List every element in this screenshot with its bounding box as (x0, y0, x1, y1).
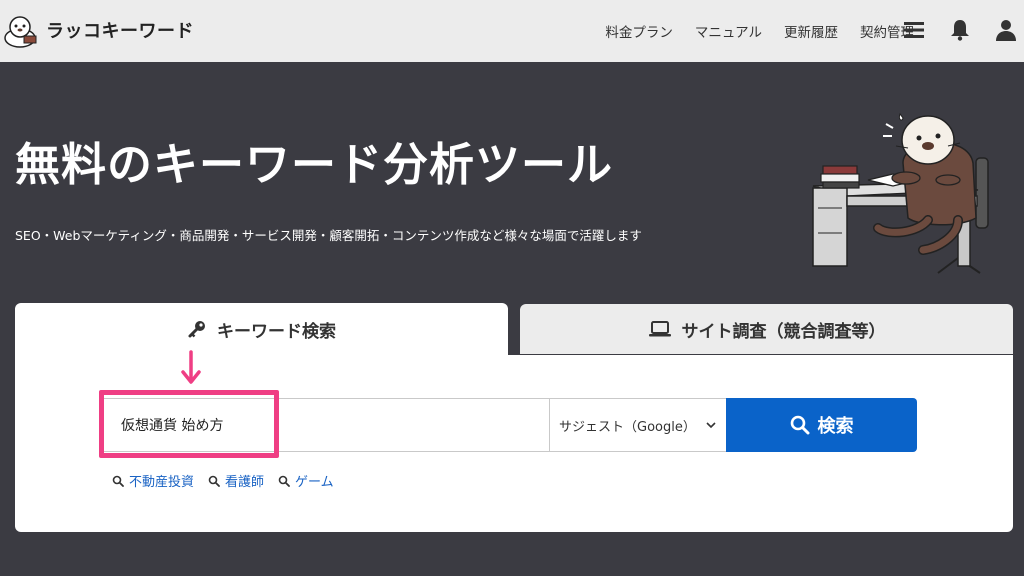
nav-manual[interactable]: マニュアル (695, 21, 762, 41)
header-nav: 料金プラン マニュアル 更新履歴 契約管理 (605, 0, 914, 62)
keyword-search-input[interactable] (100, 398, 550, 452)
otter-at-desk-illustration (812, 112, 989, 274)
tab-site-research[interactable]: サイト調査（競合調査等） (520, 304, 1013, 354)
search-icon (112, 475, 124, 487)
source-select[interactable]: サジェスト（Google） (549, 398, 727, 452)
laptop-icon (648, 321, 671, 337)
logo[interactable]: ラッコキーワード (0, 10, 194, 50)
suggestion-link[interactable]: 不動産投資 (112, 471, 194, 490)
hero-subtitle: SEO・Webマーケティング・商品開発・サービス開発・顧客開拓・コンテンツ作成な… (15, 228, 642, 243)
suggestion-label: 看護師 (225, 475, 265, 490)
menu-icon[interactable] (902, 18, 926, 42)
suggestion-label: ゲーム (295, 475, 334, 490)
tab-keyword-label: キーワード検索 (217, 321, 336, 342)
otter-logo-icon (4, 16, 37, 48)
bell-icon[interactable] (948, 18, 972, 42)
search-icon (278, 475, 290, 487)
logo-text: ラッコキーワード (46, 21, 194, 42)
suggestion-link[interactable]: 看護師 (208, 471, 264, 490)
search-button-label: 検索 (817, 416, 854, 437)
nav-changelog[interactable]: 更新履歴 (784, 21, 838, 41)
user-icon[interactable] (994, 18, 1018, 42)
top-header: ラッコキーワード 料金プラン マニュアル 更新履歴 契約管理 (0, 0, 1024, 62)
tab-site-label: サイト調査（競合調査等） (681, 321, 886, 342)
source-select-value: サジェスト（Google） (559, 419, 696, 435)
search-button[interactable]: 検索 (726, 398, 917, 452)
nav-pricing[interactable]: 料金プラン (605, 21, 673, 41)
suggestion-label: 不動産投資 (129, 475, 195, 490)
suggestion-links: 不動産投資 看護師 ゲーム (112, 471, 334, 490)
key-icon (188, 321, 205, 338)
suggestion-link[interactable]: ゲーム (278, 471, 334, 490)
chevron-down-icon (706, 422, 716, 429)
search-icon (790, 415, 809, 435)
tab-keyword-search[interactable]: キーワード検索 (15, 303, 508, 355)
hero-title: 無料のキーワード分析ツール (15, 138, 614, 191)
search-icon (208, 475, 220, 487)
